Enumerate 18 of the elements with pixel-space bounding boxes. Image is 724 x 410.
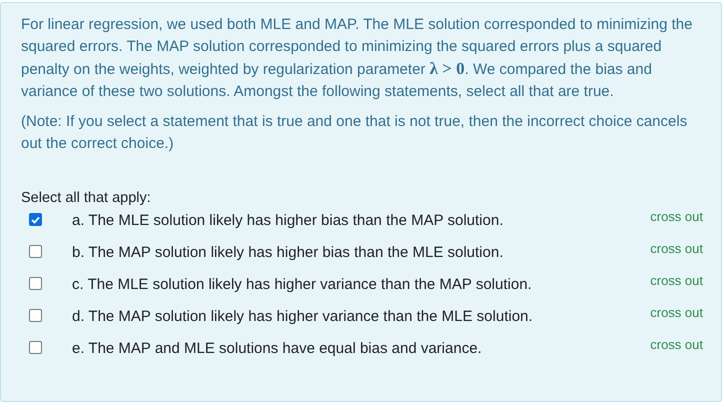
- option-label: b. The MAP solution likely has higher bias than the MLE solution.: [72, 243, 504, 263]
- checkbox[interactable]: [29, 277, 42, 290]
- cross-out-link[interactable]: cross out: [650, 273, 703, 288]
- note-text: (Note: If you select a statement that is true and one that is not true, then the incorrect choice cancels out the correct choice.): [21, 112, 688, 154]
- cross-out-link[interactable]: cross out: [650, 305, 703, 320]
- cross-out-link[interactable]: cross out: [650, 337, 703, 352]
- checkbox[interactable]: [29, 309, 42, 322]
- checkbox[interactable]: [29, 213, 42, 226]
- option-label: c. The MLE solution likely has higher variance than the MAP solution.: [72, 275, 533, 295]
- cross-out-link[interactable]: cross out: [650, 241, 703, 256]
- cross-out-link[interactable]: cross out: [650, 209, 703, 224]
- checkbox[interactable]: [29, 245, 42, 258]
- option-label: a. The MLE solution likely has higher bias than the MAP solution.: [72, 211, 504, 231]
- prompt-text: Select all that apply:: [21, 189, 152, 208]
- option-label: d. The MAP solution likely has higher variance than the MLE solution.: [72, 307, 534, 327]
- checkbox[interactable]: [29, 341, 42, 354]
- question-text: For linear regression, we used both MLE and MAP. The MLE solution corresponded to minimizing the squared errors. The MAP solution corresponded to minimizing the squared errors plus a squared penalty on the weights, weighted by regularization parameter λ > 0. We compared the bias and variance of these two solutions. Amongst the following statements, select all that are true.: [21, 15, 694, 102]
- option-label: e. The MAP and MLE solutions have equal bias and variance.: [72, 339, 483, 359]
